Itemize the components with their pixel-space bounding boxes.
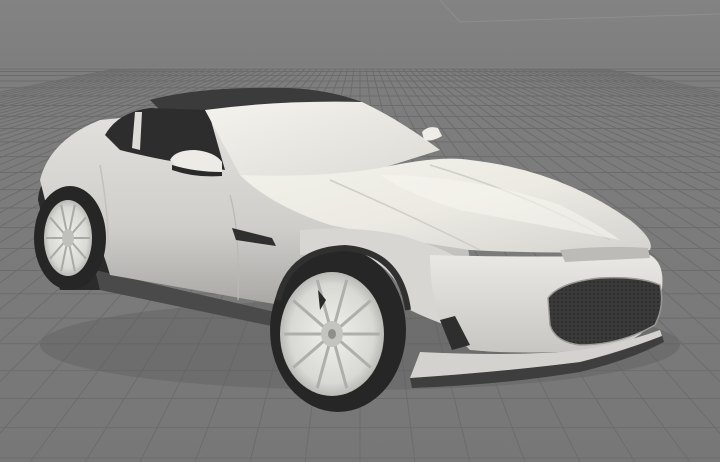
3d-viewport[interactable] <box>0 0 720 462</box>
rear-wheel <box>34 186 106 290</box>
